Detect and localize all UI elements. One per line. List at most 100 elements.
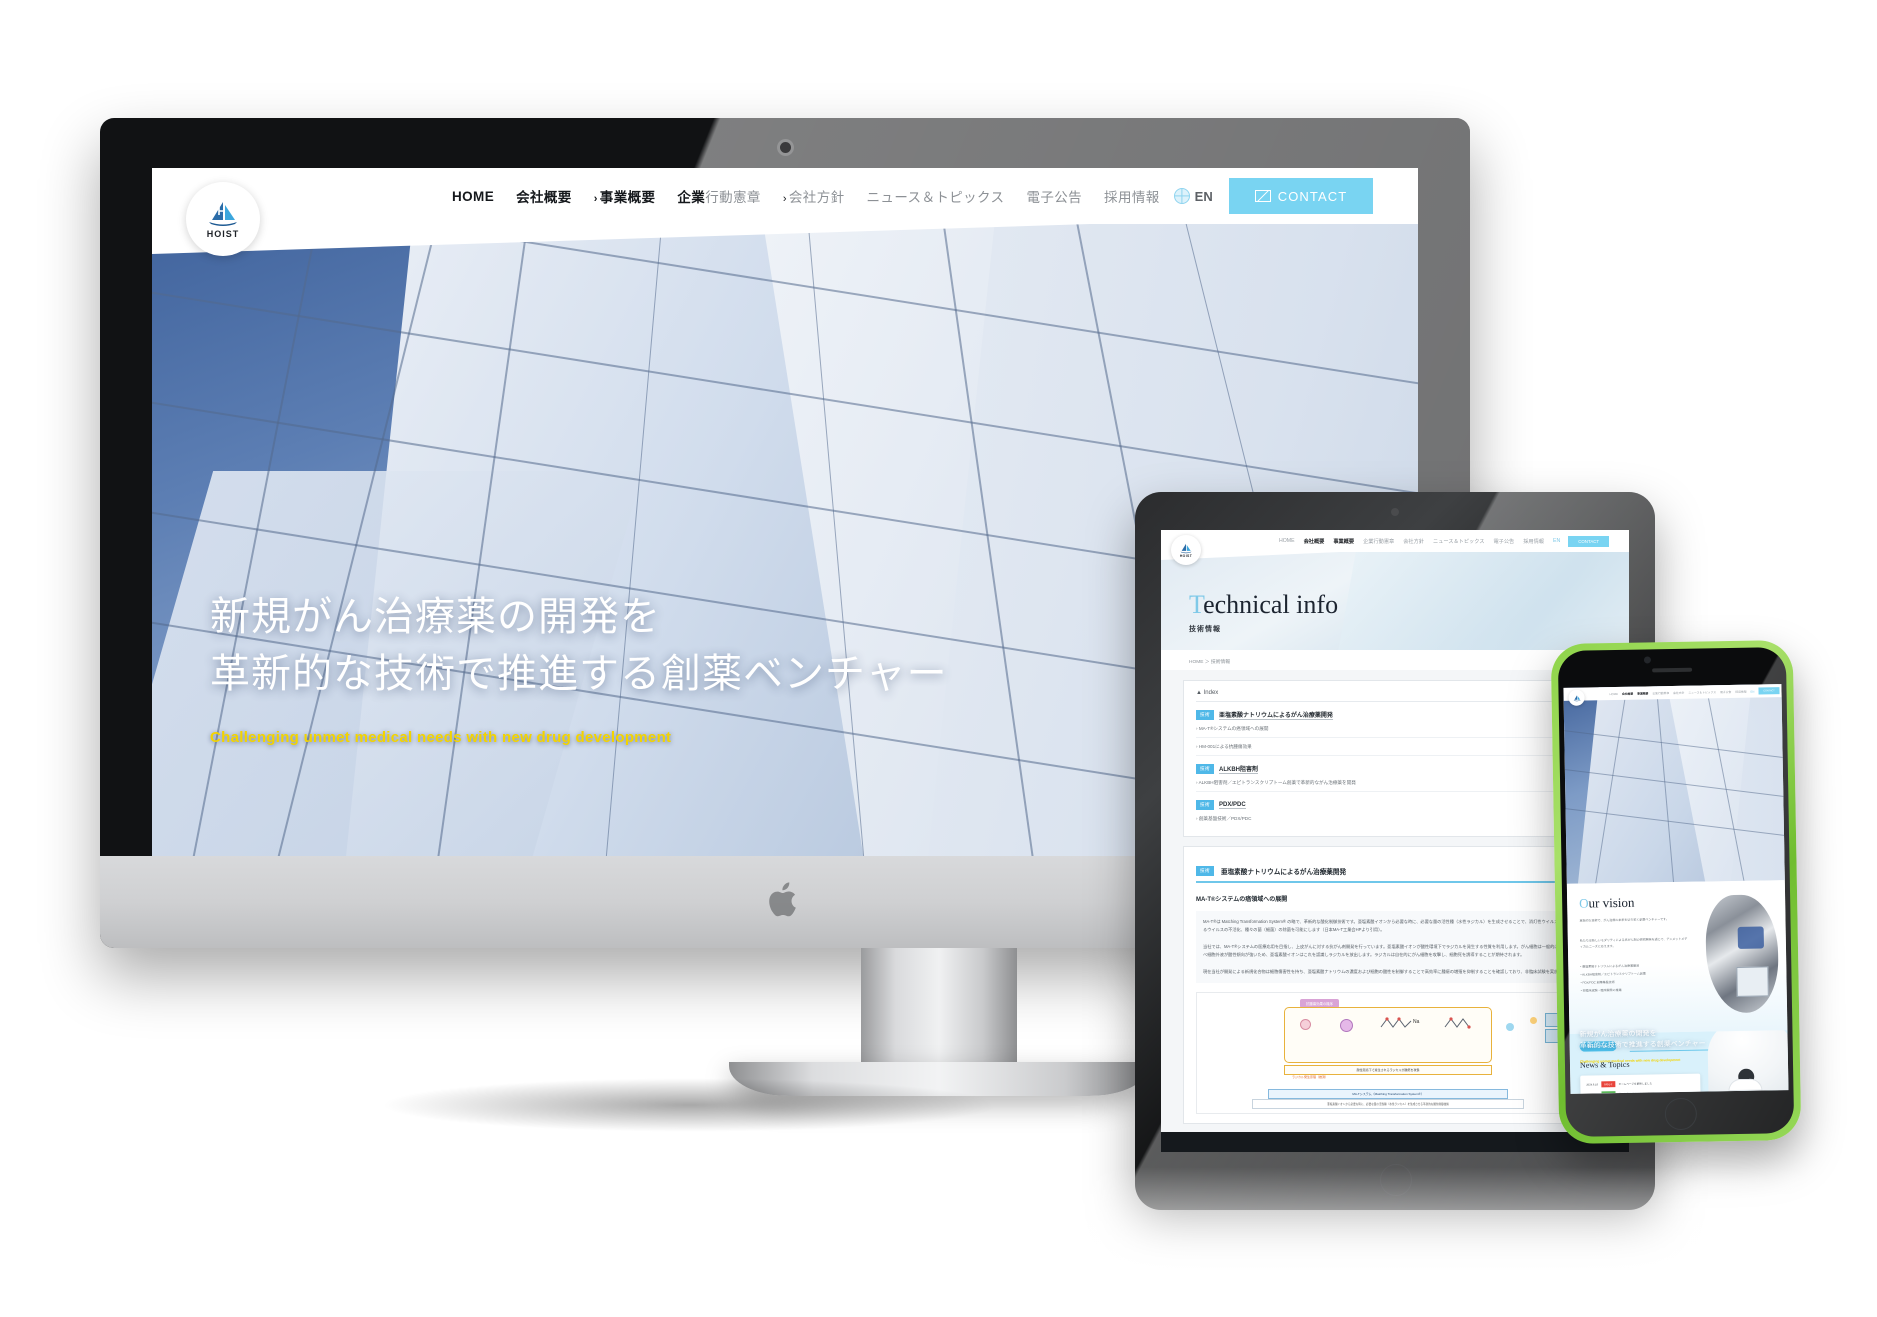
phone-vision-paragraph-1: 革新的な技術で、がん治療の未来を切り拓く創薬ベンチャーです。 bbox=[1579, 917, 1669, 923]
news-text: ホームページを更新しました bbox=[1618, 1082, 1653, 1087]
phone-nav-item-business[interactable]: 事業概要 bbox=[1637, 691, 1648, 695]
molecule-diagram-icon-2 bbox=[1444, 1017, 1471, 1029]
phone-nav-item-notices[interactable]: 電子公告 bbox=[1720, 690, 1731, 694]
nav-item-home[interactable]: HOME bbox=[452, 189, 494, 204]
tablet-page-title-jp: 技術情報 bbox=[1189, 626, 1221, 633]
index-header[interactable]: ▲ Index bbox=[1196, 690, 1594, 702]
index-subitem[interactable]: › 創薬基盤技術／PDX/PDC bbox=[1196, 816, 1594, 827]
tablet-nav-items: HOME 会社概要 事業概要 企業行動憲章 会社方針 ニュース＆トピックス 電子… bbox=[1279, 538, 1560, 545]
tech-badge: 技術 bbox=[1196, 764, 1214, 774]
phone-nav-items: HOME 会社概要 事業概要 企業行動憲章 会社方針 ニュース＆トピックス 電子… bbox=[1609, 689, 1754, 696]
cell-icon-normal bbox=[1299, 1018, 1311, 1030]
title-capital: T bbox=[1189, 590, 1204, 619]
news-tag: お知らせ bbox=[1600, 1081, 1616, 1088]
tablet-brand-logo[interactable]: HOIST bbox=[1171, 535, 1201, 565]
desktop-hero-text: 新規がん治療薬の開発を 革新的な技術で推進する創薬ベンチャー Challengi… bbox=[210, 589, 948, 746]
desktop-navbar: HOME 会社概要 › 事業概要 企業行動憲章 › 会社方針 ニュース＆トピックス … bbox=[152, 168, 1418, 224]
phone-language-toggle[interactable]: EN bbox=[1750, 689, 1754, 693]
hero-headline-line1: 新規がん治療薬の開発を bbox=[210, 595, 661, 640]
tablet-nav-item-company[interactable]: 会社概要 bbox=[1304, 538, 1325, 545]
nav-item-recruit[interactable]: 採用情報 bbox=[1104, 186, 1160, 206]
imac-camera-icon bbox=[780, 142, 791, 153]
phone-nav-item-policy[interactable]: 会社方針 bbox=[1673, 690, 1684, 694]
section-header: 技術 亜塩素酸ナトリウムによるがん治療薬開発 bbox=[1196, 866, 1594, 883]
tablet-contact-button[interactable]: CONTACT bbox=[1568, 535, 1610, 547]
phone-hero-text: 新規がん治療薬の開発を 革新的な技術で推進する創薬ベンチャー bbox=[1579, 1029, 1705, 1052]
mechanism-figure: 抗腫瘍効果の機序 Na 酸性環境下で産生されるラジカルが腫瘍を攻撃 ラジカル発生… bbox=[1196, 991, 1594, 1114]
index-entry[interactable]: 技術 PDX/PDC bbox=[1196, 800, 1594, 810]
brand-wordmark: HOIST bbox=[206, 228, 240, 239]
index-subitem[interactable]: › HM-001による抗腫瘍効果 bbox=[1196, 744, 1594, 756]
brand-logo[interactable]: HOIST bbox=[186, 182, 260, 256]
paragraph-1: MA-T®は Matching Transformation System® の… bbox=[1203, 919, 1584, 932]
language-label: EN bbox=[1194, 188, 1213, 204]
globe-icon bbox=[1173, 188, 1190, 204]
paragraph-3: 現在当社が開発による新規化合物は細胞傷害性を持ち、亜塩素酸ナトリウムの濃度および… bbox=[1203, 968, 1575, 974]
nav-item-business[interactable]: › 事業概要 bbox=[594, 186, 656, 206]
news-item[interactable]: 2024.6.18 お知らせ ホームページを更新しました bbox=[1586, 1080, 1694, 1088]
iphone-earpiece bbox=[1652, 667, 1693, 673]
news-date: 2024.6.18 bbox=[1586, 1082, 1598, 1087]
vision-title-rest: ur vision bbox=[1588, 894, 1635, 911]
index-entry[interactable]: 技術 ALKBH阻害剤 bbox=[1196, 764, 1594, 774]
tablet-brand-wordmark: HOIST bbox=[1179, 553, 1193, 558]
tablet-nav-item-business[interactable]: 事業概要 bbox=[1333, 538, 1354, 545]
nav-item-news[interactable]: ニュース＆トピックス bbox=[867, 186, 1005, 206]
tablet-nav-item-recruit[interactable]: 採用情報 bbox=[1523, 538, 1544, 545]
cell-icon-tumor bbox=[1339, 1018, 1353, 1032]
phone-vision-bullet: • 非臨床試験・臨床開発の推進 bbox=[1580, 987, 1622, 993]
phone-nav-item-charter[interactable]: 企業行動憲章 bbox=[1652, 691, 1669, 695]
tablet-nav-item-charter[interactable]: 企業行動憲章 bbox=[1363, 538, 1394, 545]
nav-item-company[interactable]: 会社概要 bbox=[516, 186, 572, 206]
figure-caption-4: 亜塩素酸イオンから必要な時に、必要な量の活性種（水性ラジカル）を生成させる革新的… bbox=[1252, 1098, 1524, 1109]
language-toggle[interactable]: EN bbox=[1173, 188, 1213, 204]
iphone-device: HOME 会社概要 事業概要 企業行動憲章 会社方針 ニュース＆トピックス 電子… bbox=[1550, 639, 1802, 1145]
chevron-right-icon: › bbox=[782, 193, 787, 205]
tech-badge: 技術 bbox=[1196, 866, 1214, 876]
phone-hero-line2: 革新的な技術で推進する創薬ベンチャー bbox=[1579, 1040, 1706, 1050]
phone-contact-button[interactable]: CONTACT bbox=[1758, 687, 1780, 695]
tablet-nav-item-policy[interactable]: 会社方針 bbox=[1403, 538, 1424, 545]
phone-nav-item-recruit[interactable]: 採用情報 bbox=[1735, 689, 1746, 693]
nav-item-policy[interactable]: › 会社方針 bbox=[783, 186, 845, 206]
ipad-camera-icon bbox=[1391, 508, 1399, 516]
chevron-right-icon: › bbox=[593, 193, 598, 205]
section-title: 亜塩素酸ナトリウムによるがん治療薬開発 bbox=[1221, 869, 1347, 876]
index-card: ▲ Index 技術 亜塩素酸ナトリウムによるがん治療薬開発 › MA-T®シス… bbox=[1183, 680, 1607, 837]
tablet-language-toggle[interactable]: EN bbox=[1553, 538, 1560, 545]
paragraph-block: MA-T®は Matching Transformation System® の… bbox=[1196, 911, 1594, 983]
ipad-home-button[interactable] bbox=[1380, 1164, 1412, 1196]
tablet-nav-item-home[interactable]: HOME bbox=[1279, 538, 1295, 545]
tech-badge: 技術 bbox=[1196, 710, 1214, 720]
tablet-navbar: HOME 会社概要 事業概要 企業行動憲章 会社方針 ニュース＆トピックス 電子… bbox=[1161, 530, 1629, 552]
svg-text:Na: Na bbox=[1413, 1019, 1420, 1025]
phone-nav-item-news[interactable]: ニュース＆トピックス bbox=[1688, 690, 1716, 694]
figure-caption-1: 酸性環境下で産生されるラジカルが腫瘍を攻撃 bbox=[1284, 1064, 1493, 1075]
index-subitem[interactable]: › ALKBH阻害剤／エピトランスクリプトーム創薬で革新的ながん治療薬を開発 bbox=[1196, 780, 1594, 792]
apple-logo-icon bbox=[769, 882, 796, 917]
tech-badge: 技術 bbox=[1196, 800, 1214, 810]
phone-nav-item-home[interactable]: HOME bbox=[1609, 691, 1617, 695]
contact-button[interactable]: CONTACT bbox=[1228, 178, 1374, 214]
index-subitem[interactable]: › MA-T®システムの癌領域への展開 bbox=[1196, 726, 1594, 738]
paragraph-2: 当社では、MA-T®システムの医療応用を目指し、上皮がんに対する抗がん剤開発を行… bbox=[1203, 943, 1584, 957]
imac-stand-neck bbox=[860, 944, 1017, 1080]
sailboat-icon bbox=[209, 201, 237, 226]
contact-label: CONTACT bbox=[1277, 188, 1348, 204]
envelope-icon bbox=[1254, 190, 1271, 202]
nav-item-charter[interactable]: 企業行動憲章 bbox=[677, 186, 760, 206]
radical-icon bbox=[1505, 1022, 1514, 1031]
index-entry[interactable]: 技術 亜塩素酸ナトリウムによるがん治療薬開発 bbox=[1196, 710, 1594, 720]
phone-vision-bullet: • PDX/PDC 創薬基盤技術 bbox=[1580, 980, 1615, 985]
index-label: Index bbox=[1203, 690, 1219, 696]
index-link[interactable]: PDX/PDC bbox=[1219, 802, 1246, 809]
index-link[interactable]: ALKBH阻害剤 bbox=[1219, 764, 1258, 774]
nav-item-notices[interactable]: 電子公告 bbox=[1026, 186, 1082, 206]
tablet-nav-item-news[interactable]: ニュース＆トピックス bbox=[1433, 538, 1484, 545]
tablet-nav-item-notices[interactable]: 電子公告 bbox=[1493, 538, 1514, 545]
sailboat-icon bbox=[1180, 543, 1192, 553]
tablet-breadcrumb: HOME ＞ 技術情報 bbox=[1189, 660, 1231, 665]
phone-screen: HOME 会社概要 事業概要 企業行動憲章 会社方針 ニュース＆トピックス 電子… bbox=[1563, 684, 1789, 1094]
phone-nav-item-company[interactable]: 会社概要 bbox=[1622, 691, 1633, 695]
index-link[interactable]: 亜塩素酸ナトリウムによるがん治療薬開発 bbox=[1219, 710, 1333, 720]
